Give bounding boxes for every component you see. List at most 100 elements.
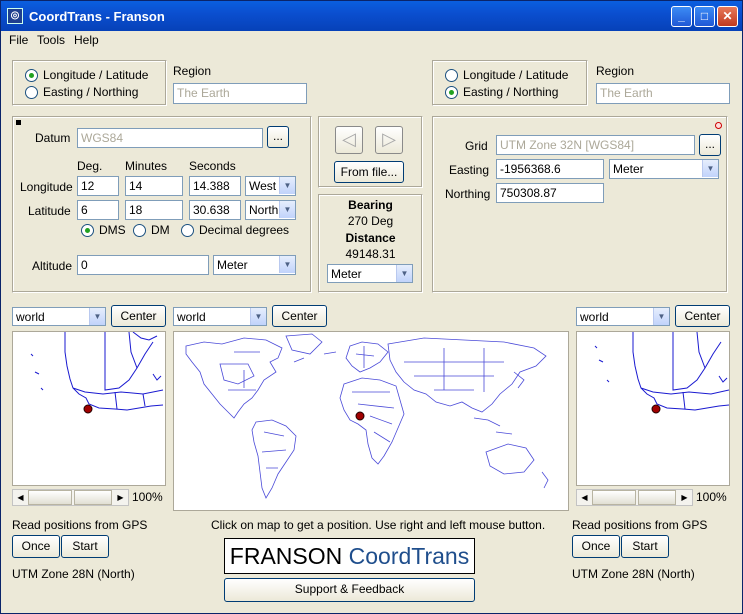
col-deg-label: Deg. <box>77 159 103 173</box>
chevron-down-icon: ▼ <box>89 308 105 325</box>
left-mode-group: Longitude / Latitude Easting / Northing <box>12 60 167 106</box>
longitude-min-field[interactable]: 14 <box>125 176 183 196</box>
right-zoom-map[interactable] <box>576 331 730 486</box>
support-feedback-button[interactable]: Support & Feedback <box>224 578 475 602</box>
right-center-button[interactable]: Center <box>675 305 730 327</box>
chevron-down-icon: ▼ <box>279 256 295 273</box>
longitude-dir-select[interactable]: West ▼ <box>245 176 296 196</box>
chevron-down-icon: ▼ <box>702 160 718 177</box>
left-zoom-map[interactable] <box>12 331 166 486</box>
right-map-select[interactable]: world ▼ <box>576 307 670 326</box>
datum-browse-button[interactable]: ... <box>267 126 289 148</box>
scroll-left-icon[interactable]: ◀ <box>13 490 28 505</box>
latitude-dir-select[interactable]: North ▼ <box>245 200 296 220</box>
latitude-deg-field[interactable]: 6 <box>77 200 119 220</box>
chevron-down-icon: ▼ <box>250 308 266 325</box>
right-mode-easting-label: Easting / Northing <box>463 85 559 99</box>
bearing-value: 270 Deg <box>347 214 394 228</box>
latitude-label: Latitude <box>28 204 71 218</box>
chevron-down-icon: ▼ <box>279 177 295 194</box>
easting-field[interactable]: -1956368.6 <box>496 159 604 179</box>
title-bar[interactable]: ◎ CoordTrans - Franson _ □ ✕ <box>1 1 742 31</box>
right-region-field[interactable]: The Earth <box>596 83 730 104</box>
left-scroll-thumb-2[interactable] <box>74 490 112 505</box>
left-region-label: Region <box>173 64 212 78</box>
format-dms-radio[interactable] <box>81 224 94 237</box>
chevron-down-icon: ▼ <box>653 308 669 325</box>
menu-file[interactable]: File <box>9 33 28 47</box>
right-map-scrollbar[interactable]: ◀ ▶ <box>576 489 693 506</box>
grid-browse-button[interactable]: ... <box>699 134 721 156</box>
world-map-drawing <box>185 333 549 499</box>
datum-field[interactable]: WGS84 <box>77 128 263 148</box>
left-mode-easting-radio[interactable] <box>25 86 38 99</box>
right-scroll-thumb-2[interactable] <box>638 490 676 505</box>
left-gps-once-button[interactable]: Once <box>12 535 60 558</box>
globe-icon: ◎ <box>7 8 23 24</box>
longitude-label: Longitude <box>20 180 73 194</box>
left-map-select[interactable]: world ▼ <box>12 307 106 326</box>
longitude-dir-value: West <box>249 179 277 193</box>
minimize-button[interactable]: _ <box>671 6 692 27</box>
scroll-right-icon[interactable]: ▶ <box>677 490 692 505</box>
left-scroll-thumb[interactable] <box>28 490 72 505</box>
convert-left-button[interactable]: ◁ <box>335 126 363 154</box>
grid-label: Grid <box>465 139 488 153</box>
left-mode-easting-label: Easting / Northing <box>43 85 139 99</box>
menu-help[interactable]: Help <box>74 33 99 47</box>
menu-bar: File Tools Help <box>1 31 742 49</box>
left-map-scrollbar[interactable]: ◀ ▶ <box>12 489 129 506</box>
format-dd-radio[interactable] <box>181 224 194 237</box>
distance-unit-value: Meter <box>331 267 362 281</box>
panel-marker-icon <box>16 120 21 125</box>
altitude-unit-select[interactable]: Meter ▼ <box>213 255 296 275</box>
easting-unit-select[interactable]: Meter ▼ <box>609 159 719 179</box>
left-gps-start-button[interactable]: Start <box>61 535 109 558</box>
world-map[interactable] <box>173 331 569 511</box>
right-mode-easting-radio[interactable] <box>445 86 458 99</box>
latitude-min-field[interactable]: 18 <box>125 200 183 220</box>
bearing-panel: Bearing 270 Deg Distance 49148.31 Meter … <box>318 194 423 293</box>
main-map-select-value: world <box>177 310 206 324</box>
scroll-left-icon[interactable]: ◀ <box>577 490 592 505</box>
distance-unit-select[interactable]: Meter ▼ <box>327 264 413 283</box>
position-marker-icon <box>355 411 365 421</box>
chevron-down-icon: ▼ <box>279 201 295 218</box>
main-center-button[interactable]: Center <box>272 305 327 327</box>
northing-label: Northing <box>445 187 491 201</box>
right-gps-once-button[interactable]: Once <box>572 535 620 558</box>
chevron-down-icon: ▼ <box>396 265 412 282</box>
menu-tools[interactable]: Tools <box>37 33 65 47</box>
col-seconds-label: Seconds <box>189 159 236 173</box>
right-scroll-thumb[interactable] <box>592 490 636 505</box>
distance-value: 49148.31 <box>345 247 396 261</box>
status-dot-icon <box>715 122 722 129</box>
left-mode-lonlat-radio[interactable] <box>25 69 38 82</box>
longitude-sec-field[interactable]: 14.388 <box>189 176 241 196</box>
easting-label: Easting <box>449 163 490 177</box>
latitude-sec-field[interactable]: 30.638 <box>189 200 241 220</box>
right-gps-start-button[interactable]: Start <box>621 535 669 558</box>
from-file-button[interactable]: From file... <box>334 161 404 183</box>
longitude-deg-field[interactable]: 12 <box>77 176 119 196</box>
position-marker-icon <box>83 404 93 414</box>
main-map-select[interactable]: world ▼ <box>173 307 267 326</box>
right-zoom-level: 100% <box>696 490 727 504</box>
right-mode-lonlat-radio[interactable] <box>445 69 458 82</box>
left-region-field[interactable]: The Earth <box>173 83 307 104</box>
arrow-left-icon: ◁ <box>342 129 356 149</box>
grid-field[interactable]: UTM Zone 32N [WGS84] <box>496 135 695 155</box>
scroll-right-icon[interactable]: ▶ <box>113 490 128 505</box>
convert-right-button[interactable]: ▷ <box>375 126 403 154</box>
left-zoom-level: 100% <box>132 490 163 504</box>
northing-field[interactable]: 750308.87 <box>496 183 604 203</box>
format-dm-radio[interactable] <box>133 224 146 237</box>
altitude-field[interactable]: 0 <box>77 255 209 275</box>
left-center-button[interactable]: Center <box>111 305 166 327</box>
left-gps-label: Read positions from GPS <box>12 518 148 532</box>
left-coordinate-panel: Datum WGS84 ... Deg. Minutes Seconds Lon… <box>12 116 312 293</box>
right-region-label: Region <box>596 64 635 78</box>
maximize-button[interactable]: □ <box>694 6 715 27</box>
col-minutes-label: Minutes <box>125 159 168 173</box>
close-button[interactable]: ✕ <box>717 6 738 27</box>
